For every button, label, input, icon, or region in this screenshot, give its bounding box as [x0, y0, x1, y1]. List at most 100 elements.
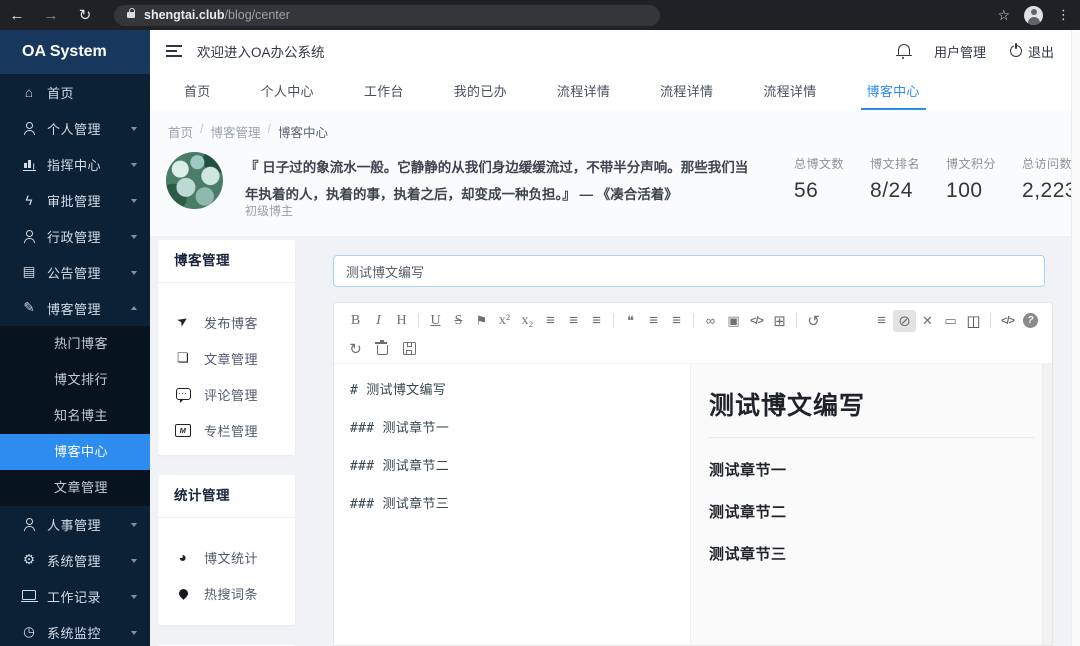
page-scrollbar[interactable]	[1071, 30, 1080, 646]
preview-toggle-icon[interactable]: ⊘	[893, 310, 916, 332]
sidebar-item-label: 审批管理	[47, 191, 121, 210]
breadcrumb-home[interactable]: 首页	[168, 122, 193, 141]
sidebar-item-hr[interactable]: 人事管理	[0, 506, 150, 542]
sidebar-item-administration[interactable]: 行政管理	[0, 218, 150, 254]
align-left-icon[interactable]: ≡	[539, 310, 562, 332]
link-icon[interactable]: ∞	[699, 310, 722, 332]
panel-item-article-management[interactable]: ❏ 文章管理	[158, 340, 295, 376]
undo-icon[interactable]: ↺	[802, 310, 825, 332]
approval-icon: ϟ	[21, 193, 37, 208]
user-management-link[interactable]: 用户管理	[934, 42, 986, 61]
stat-post-rank: 博文排名 8/24	[870, 155, 920, 203]
panel-item-label: 评论管理	[204, 385, 258, 404]
italic-icon[interactable]: I	[367, 310, 390, 332]
fullscreen-icon[interactable]: ✕	[916, 310, 939, 332]
unordered-list-icon[interactable]: ≡	[665, 310, 688, 332]
tab-process-detail-1[interactable]: 流程详情	[551, 72, 616, 110]
markdown-line: ### 测试章节三	[350, 493, 674, 512]
sidebar-item-blog-management[interactable]: ✎ 博客管理	[0, 290, 150, 326]
breadcrumb-blog-center: 博客中心	[278, 122, 328, 141]
sidebar-item-system-monitor[interactable]: ◷ 系统监控	[0, 614, 150, 646]
mark-icon[interactable]: ⚑	[470, 310, 493, 332]
sidebar-item-home[interactable]: ⌂ 首页	[0, 74, 150, 110]
sidebar-subitem-hot-blogs[interactable]: 热门博客	[0, 326, 150, 362]
panel-item-hot-search[interactable]: 热搜词条	[158, 575, 295, 611]
bold-icon[interactable]: B	[344, 310, 367, 332]
sidebar-subitem-blog-ranking[interactable]: 博文排行	[0, 362, 150, 398]
markdown-source-pane[interactable]: # 测试博文编写 ### 测试章节一 ### 测试章节二 ### 测试章节三	[334, 364, 691, 645]
sidebar-item-announcement[interactable]: ▤ 公告管理	[0, 254, 150, 290]
tab-home[interactable]: 首页	[178, 72, 217, 110]
panel-item-comment-management[interactable]: 评论管理	[158, 376, 295, 412]
panel-item-column-management[interactable]: M 专栏管理	[158, 412, 295, 448]
help-icon[interactable]: ?	[1019, 310, 1042, 332]
tab-process-detail-3[interactable]: 流程详情	[757, 72, 822, 110]
chevron-down-icon	[131, 271, 137, 278]
tab-my-done[interactable]: 我的已办	[448, 72, 513, 110]
trash-icon[interactable]	[371, 338, 394, 360]
sidebar-subitem-blog-center[interactable]: 博客中心	[0, 434, 150, 470]
breadcrumb-blog-management[interactable]: 博客管理	[211, 122, 261, 141]
bookmark-star-icon[interactable]: ☆	[997, 7, 1010, 24]
tab-personal-center[interactable]: 个人中心	[255, 72, 320, 110]
panel-item-blog-statistics[interactable]: ◕ 博文统计	[158, 539, 295, 575]
blogger-avatar[interactable]	[166, 152, 223, 209]
split-view-icon[interactable]: ◫	[962, 310, 985, 332]
save-icon[interactable]	[398, 338, 421, 360]
toolbar-divider	[693, 313, 694, 328]
tab-blog-center[interactable]: 博客中心	[861, 72, 926, 110]
underline-icon[interactable]: U	[424, 310, 447, 332]
browser-menu-icon[interactable]: ⋮	[1057, 7, 1070, 23]
toc-icon[interactable]: ≡	[870, 310, 893, 332]
menu-fold-icon[interactable]	[166, 45, 182, 57]
browser-profile-avatar[interactable]	[1024, 6, 1043, 25]
sidebar-item-command-center[interactable]: 指挥中心	[0, 146, 150, 182]
laptop-icon	[21, 590, 37, 603]
page-preview-icon[interactable]: ▭	[939, 310, 962, 332]
forward-icon[interactable]: →	[34, 7, 68, 24]
reload-icon[interactable]: ↻	[68, 6, 102, 24]
sidebar-item-system-management[interactable]: ⚙ 系统管理	[0, 542, 150, 578]
markdown-line: # 测试博文编写	[350, 379, 674, 398]
panel-item-label: 发布博客	[204, 313, 258, 332]
heading-icon[interactable]: H	[390, 310, 413, 332]
tab-workbench[interactable]: 工作台	[358, 72, 410, 110]
sidebar-item-work-record[interactable]: 工作记录	[0, 578, 150, 614]
bell-icon[interactable]	[898, 44, 910, 55]
image-icon[interactable]: ▣	[722, 310, 745, 332]
sidebar-subitem-famous-bloggers[interactable]: 知名博主	[0, 398, 150, 434]
paper-plane-icon: ➤	[172, 310, 194, 332]
code-icon[interactable]: </>	[745, 310, 768, 332]
chevron-down-icon	[131, 559, 137, 566]
superscript-icon[interactable]: x²	[493, 310, 516, 332]
ordered-list-icon[interactable]: ≡	[642, 310, 665, 332]
redo-icon[interactable]: ↻	[344, 338, 367, 360]
html-code-icon[interactable]: </>	[996, 310, 1019, 332]
chevron-up-icon	[131, 303, 137, 310]
admin-user-icon	[21, 230, 37, 243]
preview-scrollbar[interactable]	[1042, 364, 1052, 645]
page-tabbar: 首页 个人中心 工作台 我的已办 流程详情 流程详情 流程详情 博客中心	[150, 72, 1080, 111]
sidebar-item-personal[interactable]: 个人管理	[0, 110, 150, 146]
panel-item-publish-blog[interactable]: ➤ 发布博客	[158, 304, 295, 340]
sidebar-subitem-article-management[interactable]: 文章管理	[0, 470, 150, 506]
blockquote-icon[interactable]: ❝	[619, 310, 642, 332]
blog-title-input[interactable]	[333, 255, 1045, 287]
align-right-icon[interactable]: ≡	[585, 310, 608, 332]
sidebar-item-label: 人事管理	[47, 515, 121, 534]
subscript-icon[interactable]: x₂	[516, 310, 539, 332]
sidebar: OA System ⌂ 首页 个人管理 指挥中心 ϟ 审批管理 行政管理 ▤ 公…	[0, 30, 150, 646]
welcome-text: 欢迎进入OA办公系统	[197, 41, 325, 61]
sidebar-item-label: 工作记录	[47, 587, 121, 606]
logout-button[interactable]: 退出	[1010, 42, 1054, 61]
table-icon[interactable]: ⊞	[768, 310, 791, 332]
strikethrough-icon[interactable]: S	[447, 310, 470, 332]
stat-value: 2,223	[1022, 179, 1077, 203]
sidebar-item-approval[interactable]: ϟ 审批管理	[0, 182, 150, 218]
tab-process-detail-2[interactable]: 流程详情	[654, 72, 719, 110]
home-icon: ⌂	[21, 85, 37, 100]
toolbar-divider	[990, 313, 991, 328]
back-icon[interactable]: ←	[0, 7, 34, 24]
address-bar[interactable]: shengtai.club /blog/center	[114, 5, 660, 26]
align-center-icon[interactable]: ≡	[562, 310, 585, 332]
